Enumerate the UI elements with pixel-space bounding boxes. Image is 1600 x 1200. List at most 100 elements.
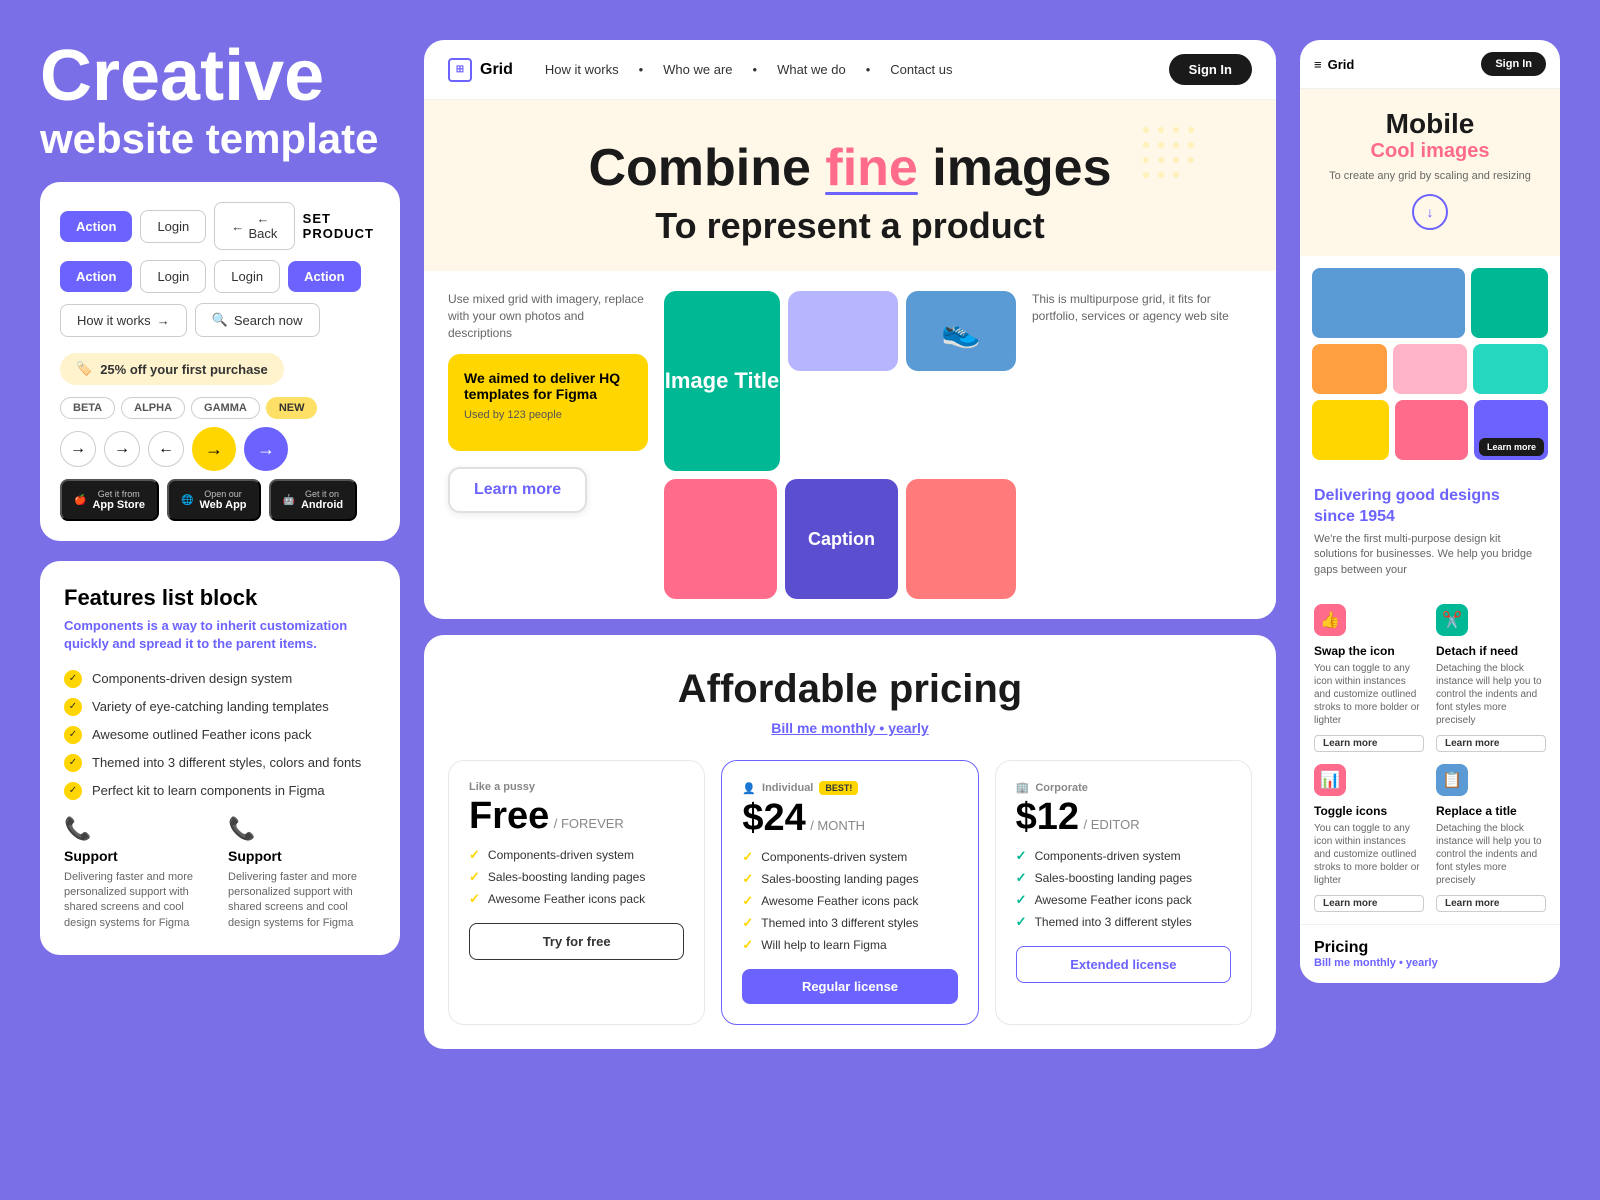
mobile-hero-title: Mobile — [1314, 109, 1546, 140]
nav-link-what[interactable]: What we do — [777, 62, 846, 77]
nav-link-how[interactable]: How it works — [545, 62, 619, 77]
app-store-button[interactable]: 🍎 Get it from App Store — [60, 479, 159, 521]
store-buttons: 🍎 Get it from App Store 🌐 Open our Web A… — [60, 479, 380, 521]
billing-toggle: Bill me monthly • yearly — [448, 720, 1252, 736]
mobile-cell-green — [1471, 268, 1548, 338]
site-nav: ⊞ Grid How it works • Who we are • What … — [424, 40, 1276, 100]
grid-section: Use mixed grid with imagery, replace wit… — [424, 271, 1276, 619]
tag-gamma: GAMMA — [191, 397, 260, 419]
tag-new: NEW — [266, 397, 318, 419]
promo-badge: 🏷️ 25% off your first purchase — [60, 353, 284, 385]
support-item-1: 📞 Support Delivering faster and more per… — [64, 816, 212, 932]
how-it-works-button[interactable]: How it works → — [60, 304, 187, 337]
mobile-cell-yellow — [1312, 400, 1389, 460]
mobile-info-title: Delivering good designs since 1954 — [1314, 486, 1546, 528]
free-plan-button[interactable]: Try for free — [469, 923, 684, 960]
mobile-hero-subtitle: Cool images — [1314, 140, 1546, 163]
billing-monthly-link[interactable]: monthly — [821, 720, 875, 736]
features-title: Features list block — [64, 585, 376, 611]
website-preview: ⊞ Grid How it works • Who we are • What … — [424, 40, 1276, 619]
check-icon-5: ✓ — [64, 782, 82, 800]
features-subtitle: Components is a way to inherit customiza… — [64, 617, 376, 653]
brand-label: SET PRODUCT — [303, 211, 380, 241]
support-item-2: 📞 Support Delivering faster and more per… — [228, 816, 376, 932]
learn-more-link-3[interactable]: Learn more — [1314, 895, 1424, 912]
mobile-feature-1: 👍 Swap the icon You can toggle to any ic… — [1314, 604, 1424, 752]
tag-alpha: ALPHA — [121, 397, 185, 419]
login-button-1[interactable]: Login — [140, 210, 206, 243]
feature-item-4: ✓ Themed into 3 different styles, colors… — [64, 754, 376, 772]
plan-badge-individual: 👤 Individual BEST! — [742, 781, 957, 795]
plan-feature: ✓Sales-boosting landing pages — [1016, 870, 1231, 886]
arrow-right-1[interactable]: → — [60, 431, 96, 467]
promo-card: We aimed to deliver HQ templates for Fig… — [448, 354, 648, 451]
arrow-left-1[interactable]: ← — [148, 431, 184, 467]
plan-feature: ✓Sales-boosting landing pages — [469, 869, 684, 885]
plan-price-corporate: $12 / EDITOR — [1016, 798, 1231, 836]
learn-more-button[interactable]: Learn more — [448, 467, 587, 513]
nav-link-who[interactable]: Who we are — [663, 62, 732, 77]
action-button-2[interactable]: Action — [60, 261, 132, 292]
learn-more-link-2[interactable]: Learn more — [1436, 735, 1546, 752]
learn-more-link-1[interactable]: Learn more — [1314, 735, 1424, 752]
plan-feature: ✓Sales-boosting landing pages — [742, 871, 957, 887]
action-button-1[interactable]: Action — [60, 211, 132, 242]
pricing-card-individual: 👤 Individual BEST! $24 / MONTH ✓Componen… — [721, 760, 978, 1025]
mobile-pricing-title: Pricing — [1314, 939, 1546, 957]
search-button[interactable]: 🔍 Search now — [195, 303, 320, 337]
features-card: Features list block Components is a way … — [40, 561, 400, 955]
mobile-cell-blue — [1312, 268, 1465, 338]
corporate-plan-button[interactable]: Extended license — [1016, 946, 1231, 983]
check-icon-4: ✓ — [64, 754, 82, 772]
sign-in-button[interactable]: Sign In — [1169, 54, 1252, 85]
plan-features-corporate: ✓Components-driven system ✓Sales-boostin… — [1016, 848, 1231, 930]
login-button-3[interactable]: Login — [214, 260, 280, 293]
feature-item-1: ✓ Components-driven design system — [64, 670, 376, 688]
individual-plan-button[interactable]: Regular license — [742, 969, 957, 1004]
button-row-2: Action Login Login Action — [60, 260, 380, 293]
login-button-2[interactable]: Login — [140, 260, 206, 293]
tag-beta: BETA — [60, 397, 115, 419]
action-button-3[interactable]: Action — [288, 261, 360, 292]
mobile-feature-3: 📊 Toggle icons You can toggle to any ico… — [1314, 764, 1424, 912]
support-icon-2: 📞 — [228, 816, 376, 842]
back-button[interactable]: ← ← Back — [214, 202, 294, 250]
pricing-cards: Like a pussy Free / FOREVER ✓Components-… — [448, 760, 1252, 1025]
plan-feature: ✓Will help to learn Figma — [742, 937, 957, 953]
grid-layout: Use mixed grid with imagery, replace wit… — [448, 291, 1252, 599]
arrow-right-purple[interactable]: → — [244, 427, 288, 471]
mobile-feature-4: 📋 Replace a title Detaching the block in… — [1436, 764, 1546, 912]
action-row-3: How it works → 🔍 Search now — [60, 303, 380, 337]
hero-subheading: To represent a product — [448, 205, 1252, 247]
mobile-grid: Learn more — [1300, 256, 1560, 472]
nav-links: How it works • Who we are • What we do •… — [545, 62, 1137, 77]
arrow-right-yellow[interactable]: → — [192, 427, 236, 471]
learn-more-link-4[interactable]: Learn more — [1436, 895, 1546, 912]
support-row: 📞 Support Delivering faster and more per… — [64, 816, 376, 932]
pricing-section: Affordable pricing Bill me monthly • yea… — [424, 635, 1276, 1049]
mobile-cell-hot-pink — [1395, 400, 1469, 460]
android-button[interactable]: 🤖 Get it on Android — [269, 479, 358, 521]
hero-heading: Combine fine images — [448, 140, 1252, 197]
salmon-cell — [906, 479, 1016, 599]
middle-column: ⊞ Grid How it works • Who we are • What … — [424, 40, 1276, 1049]
mobile-sign-in-button[interactable]: Sign In — [1481, 52, 1546, 76]
logo-icon: ⊞ — [448, 58, 472, 82]
support-icon-1: 📞 — [64, 816, 212, 842]
plan-price-free: Free / FOREVER — [469, 797, 684, 835]
arrow-right-2[interactable]: → — [104, 431, 140, 467]
plan-badge-corporate: 🏢 Corporate — [1016, 781, 1231, 794]
nav-link-contact[interactable]: Contact us — [890, 62, 952, 77]
plan-feature: ✓Components-driven system — [1016, 848, 1231, 864]
pricing-title: Affordable pricing — [448, 667, 1252, 712]
arrows-row: → → ← → → — [60, 427, 380, 471]
learn-more-badge[interactable]: Learn more — [1479, 438, 1544, 456]
swap-icon: 👍 — [1314, 604, 1346, 636]
plan-feature: ✓Components-driven system — [469, 847, 684, 863]
grid-right-text: This is multipurpose grid, it fits for p… — [1032, 291, 1252, 599]
site-logo: ⊞ Grid — [448, 58, 513, 82]
web-app-button[interactable]: 🌐 Open our Web App — [167, 479, 261, 521]
check-icon-3: ✓ — [64, 726, 82, 744]
plan-feature: ✓Awesome Feather icons pack — [469, 891, 684, 907]
shoe-cell: 👟 — [906, 291, 1016, 371]
